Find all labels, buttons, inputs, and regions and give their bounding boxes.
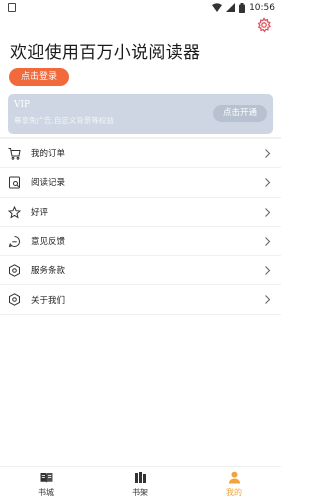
tab-label: 书架 (132, 488, 148, 497)
bookshelf-icon (134, 472, 146, 483)
bottom-navigation: 书城 书架 我的 (0, 466, 281, 500)
chevron-right-icon (265, 178, 271, 188)
cart-icon (8, 148, 21, 160)
settings-gear-icon[interactable] (256, 17, 272, 33)
menu-item-history[interactable]: 阅读记录 (0, 168, 281, 198)
vip-title: VIP (14, 100, 31, 110)
menu-item-label: 意见反馈 (31, 237, 66, 248)
terms-icon (9, 264, 20, 277)
vip-activate-button[interactable]: 点击开通 (213, 105, 267, 122)
status-right: 10:56 (212, 1, 275, 14)
welcome-title: 欢迎使用百万小说阅读器 (10, 43, 201, 63)
login-button[interactable]: 点击登录 (9, 68, 69, 86)
tab-bookstore[interactable]: 书城 (16, 471, 76, 498)
menu-item-rate[interactable]: 好评 (0, 198, 281, 227)
menu-item-orders[interactable]: 我的订单 (0, 139, 281, 169)
wifi-icon (212, 3, 223, 12)
notification-icon (8, 3, 16, 12)
tab-bookshelf[interactable]: 书架 (110, 471, 170, 498)
about-icon (9, 293, 20, 307)
menu-item-label: 服务条款 (31, 266, 66, 277)
feedback-icon (8, 235, 20, 248)
menu-item-label: 关于我们 (31, 295, 66, 306)
menu-item-feedback[interactable]: 意见反馈 (0, 227, 281, 257)
signal-icon (226, 3, 236, 12)
tab-profile[interactable]: 我的 (204, 471, 264, 498)
menu-item-about[interactable]: 关于我们 (0, 285, 281, 315)
menu-item-label: 好评 (31, 207, 49, 218)
star-icon (8, 205, 21, 219)
profile-header: 欢迎使用百万小说阅读器 点击登录 (0, 15, 281, 93)
vip-description: 尊享免广告,自定义背景等权益 (14, 116, 114, 125)
menu-item-label: 我的订单 (31, 149, 66, 160)
history-icon (9, 176, 20, 189)
status-bar: 10:56 (0, 0, 281, 15)
chevron-right-icon (265, 266, 271, 276)
clock: 10:56 (249, 2, 275, 13)
book-icon (40, 473, 52, 483)
battery-icon (239, 2, 246, 13)
chevron-right-icon (265, 149, 271, 158)
menu-item-label: 阅读记录 (31, 178, 66, 189)
settings-menu: 我的订单 阅读记录 好评 意见反馈 服务条款 关于我们 (0, 139, 281, 315)
tab-label: 书城 (38, 488, 54, 497)
profile-icon (228, 471, 240, 484)
chevron-right-icon (265, 295, 271, 305)
menu-item-terms[interactable]: 服务条款 (0, 256, 281, 286)
vip-card[interactable]: VIP 尊享免广告,自定义背景等权益 点击开通 (8, 94, 273, 134)
chevron-right-icon (265, 237, 271, 246)
chevron-right-icon (265, 207, 271, 217)
tab-label: 我的 (226, 488, 242, 497)
